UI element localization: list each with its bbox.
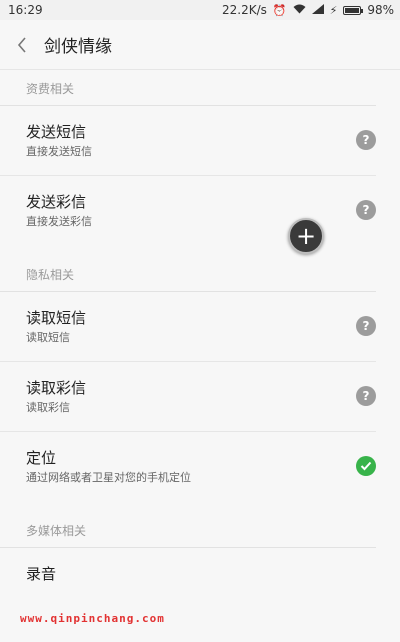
section-header-multimedia: 多媒体相关 xyxy=(0,502,376,548)
permission-title: 读取彩信 xyxy=(26,379,87,397)
signal-icon xyxy=(311,4,324,16)
alarm-icon: ⏰ xyxy=(272,3,287,17)
permission-title: 发送短信 xyxy=(26,123,87,141)
back-button[interactable] xyxy=(0,20,44,70)
permission-item-record-audio[interactable]: 录音 xyxy=(0,548,376,618)
screen: 16:29 22.2K/s ⏰ ⚡ 98% 剑侠情缘 资费相关 发送短信 直接发… xyxy=(0,0,400,642)
permission-subtitle: 直接发送短信 xyxy=(26,145,92,158)
question-icon[interactable]: ? xyxy=(356,130,376,150)
battery-icon xyxy=(343,5,364,15)
permission-list: 资费相关 发送短信 直接发送短信 ? 发送彩信 直接发送彩信 ? 隐私相关 读取… xyxy=(0,70,400,618)
battery-fill xyxy=(345,7,360,13)
permission-title: 录音 xyxy=(26,565,57,583)
wifi-icon xyxy=(293,4,306,16)
check-icon[interactable] xyxy=(356,456,376,476)
status-time: 16:29 xyxy=(8,3,43,17)
permission-item-send-sms[interactable]: 发送短信 直接发送短信 ? xyxy=(0,106,376,176)
permission-subtitle: 直接发送彩信 xyxy=(26,215,92,228)
permission-subtitle: 通过网络或者卫星对您的手机定位 xyxy=(26,471,191,484)
status-bar: 16:29 22.2K/s ⏰ ⚡ 98% xyxy=(0,0,400,20)
network-speed: 22.2K/s xyxy=(222,3,267,17)
title-bar: 剑侠情缘 xyxy=(0,20,400,70)
question-icon[interactable]: ? xyxy=(356,316,376,336)
page-title: 剑侠情缘 xyxy=(44,37,112,57)
charging-icon: ⚡ xyxy=(329,3,338,17)
question-icon[interactable]: ? xyxy=(356,386,376,406)
permission-item-read-sms[interactable]: 读取短信 读取短信 ? xyxy=(0,292,376,362)
status-right: 22.2K/s ⏰ ⚡ 98% xyxy=(222,3,394,17)
permission-subtitle: 读取彩信 xyxy=(26,401,70,414)
plus-icon: + xyxy=(295,222,317,250)
section-header-privacy: 隐私相关 xyxy=(0,246,376,292)
permission-item-location[interactable]: 定位 通过网络或者卫星对您的手机定位 xyxy=(0,432,376,502)
watermark: www.qinpinchang.com xyxy=(20,612,165,625)
question-icon[interactable]: ? xyxy=(356,200,376,220)
permission-title: 定位 xyxy=(26,449,57,467)
chevron-left-icon xyxy=(17,36,26,53)
permission-subtitle: 读取短信 xyxy=(26,331,70,344)
permission-title: 发送彩信 xyxy=(26,193,87,211)
section-header-fees: 资费相关 xyxy=(0,70,376,106)
permission-item-read-mms[interactable]: 读取彩信 读取彩信 ? xyxy=(0,362,376,432)
floating-add-button[interactable]: + xyxy=(288,218,324,254)
battery-percent: 98% xyxy=(367,3,394,17)
permission-title: 读取短信 xyxy=(26,309,87,327)
